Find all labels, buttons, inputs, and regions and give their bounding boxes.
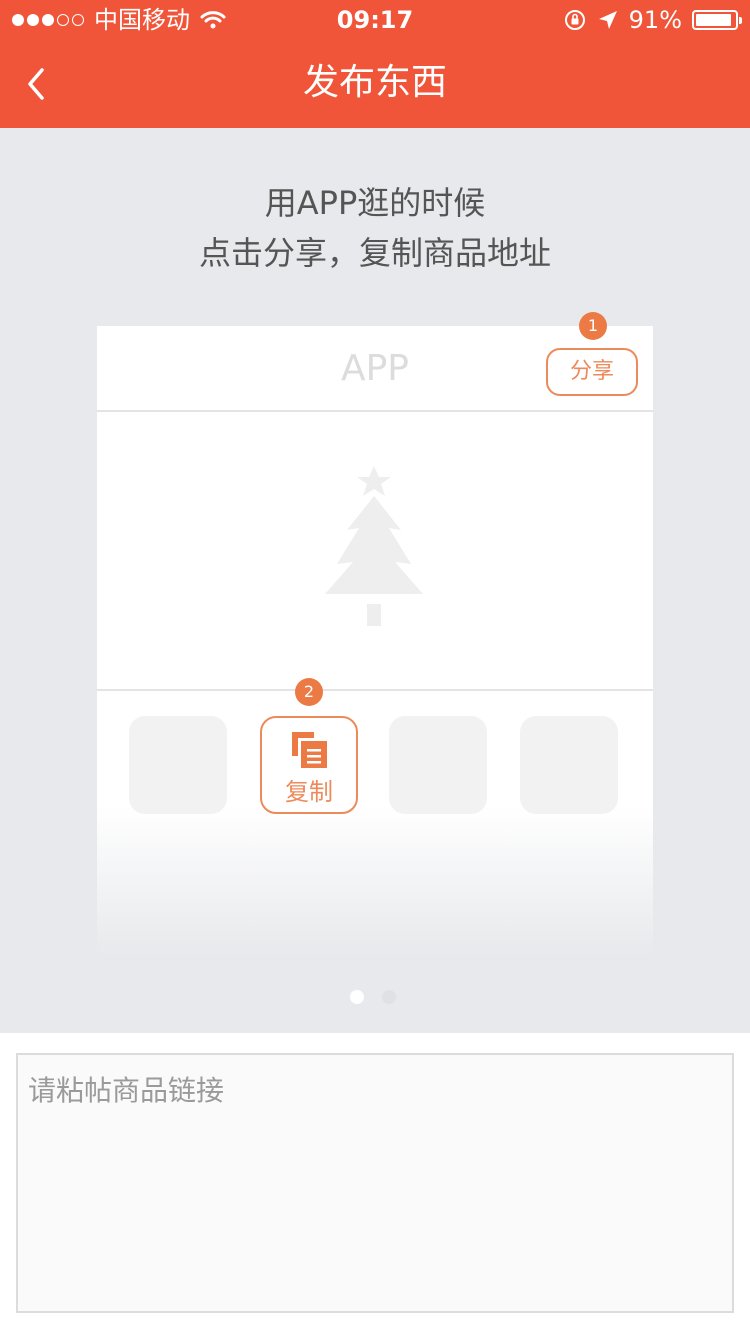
copy-icon — [292, 732, 327, 768]
status-right: 91% — [563, 6, 742, 34]
tutorial-carousel[interactable]: 用APP逛的时候 点击分享，复制商品地址 APP 分享 1 2 复制 — [0, 128, 750, 1033]
share-option-tile — [520, 716, 618, 814]
orientation-lock-icon — [564, 10, 585, 30]
step-2-badge: 2 — [295, 678, 323, 706]
status-bar: 中国移动 09:17 91% — [0, 0, 750, 40]
share-option-tile — [129, 716, 227, 814]
mockup-share-button: 分享 — [546, 348, 638, 396]
instruction-line-2: 点击分享，复制商品地址 — [198, 234, 551, 272]
step-1-badge: 1 — [579, 312, 607, 340]
page-title: 发布东西 — [302, 62, 447, 103]
mockup-divider — [97, 689, 653, 691]
battery-icon — [692, 10, 742, 30]
christmas-tree-icon — [325, 466, 423, 626]
location-arrow-icon — [598, 11, 617, 29]
page-indicator — [350, 990, 396, 1004]
battery-fill — [696, 14, 731, 26]
link-input-section — [0, 1033, 750, 1334]
copy-option-tile: 复制 — [260, 716, 358, 814]
mockup-header: APP 分享 — [97, 326, 653, 412]
battery-percentage: 91% — [628, 6, 682, 34]
instruction-line-1: 用APP逛的时候 — [264, 184, 486, 222]
copy-option-label: 复制 — [285, 778, 333, 806]
page-dot[interactable] — [382, 990, 396, 1004]
nav-bar: 发布东西 — [0, 40, 750, 128]
app-mockup-card: APP 分享 1 2 复制 — [97, 312, 653, 956]
share-option-tile — [389, 716, 487, 814]
page-dot-active[interactable] — [350, 990, 364, 1004]
share-options: 复制 — [97, 716, 653, 816]
product-link-input[interactable] — [16, 1053, 734, 1313]
